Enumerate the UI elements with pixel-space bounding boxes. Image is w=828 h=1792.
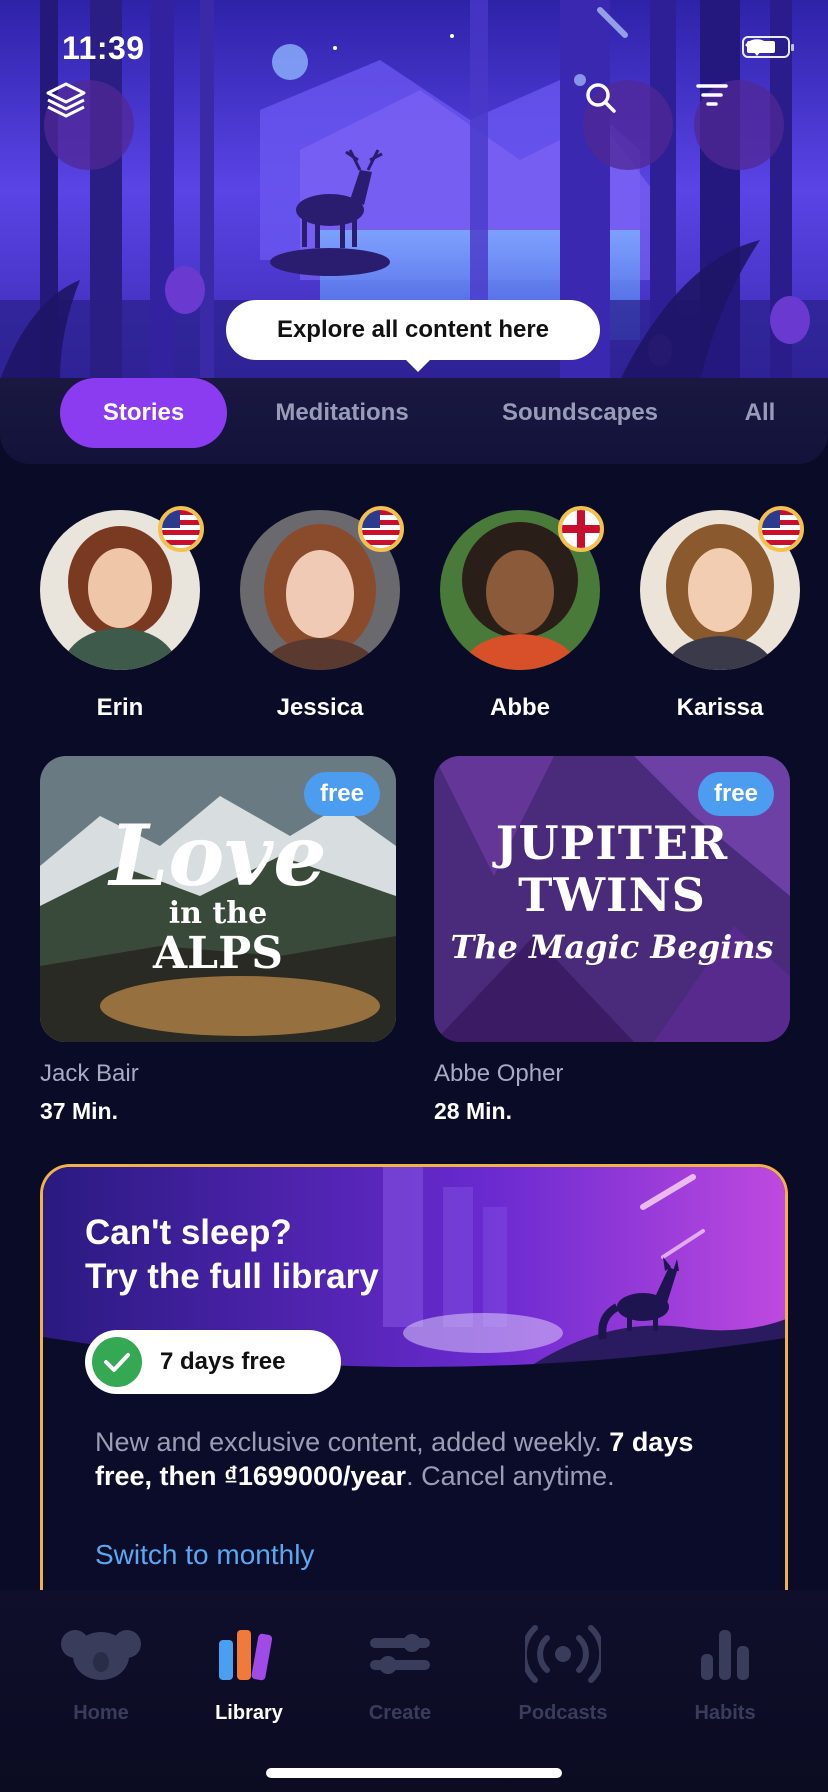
narrator-name: Erin xyxy=(96,694,144,721)
promo-title-line1: Can't sleep? xyxy=(85,1213,292,1252)
switch-to-monthly-link[interactable]: Switch to monthly xyxy=(95,1539,314,1571)
narrator-karissa[interactable]: Karissa xyxy=(640,506,804,722)
cover-title-line2: in the xyxy=(168,896,268,931)
nav-create[interactable]: Create xyxy=(325,1622,475,1725)
story-card-love-in-the-alps[interactable]: Love in the ALPS free Jack Bair 37 Min. xyxy=(40,756,396,1125)
nav-habits[interactable]: Habits xyxy=(650,1622,800,1725)
books-icon xyxy=(219,1630,273,1681)
nav-podcasts[interactable]: Podcasts xyxy=(488,1622,638,1725)
tab-stories[interactable]: Stories xyxy=(60,378,227,448)
trial-pill[interactable]: 7 days free xyxy=(85,1330,341,1394)
us-flag-icon xyxy=(758,506,804,552)
story-duration: 37 Min. xyxy=(40,1098,118,1124)
hero-banner: 11:39 Explore all content here xyxy=(0,0,828,380)
narrator-name: Jessica xyxy=(276,694,364,721)
promo-desc-cancel: . Cancel anytime. xyxy=(406,1461,615,1491)
sliders-icon xyxy=(370,1634,430,1674)
explore-tooltip[interactable]: Explore all content here xyxy=(226,300,600,372)
status-icons xyxy=(742,36,794,58)
free-badge: free xyxy=(303,772,380,816)
bottom-navigation: Home Library Create Podcasts Habits xyxy=(0,1590,828,1792)
search-icon xyxy=(586,83,616,113)
nav-label: Home xyxy=(73,1702,129,1724)
bar-chart-icon xyxy=(701,1630,749,1680)
koala-icon xyxy=(61,1630,141,1680)
cover-title-line1: Love xyxy=(109,806,327,905)
cover-title-line2: TWINS xyxy=(518,868,706,922)
story-card-jupiter-twins[interactable]: JUPITER TWINS The Magic Begins free Abbe… xyxy=(434,756,790,1125)
filter-button[interactable] xyxy=(694,80,784,170)
nav-label: Podcasts xyxy=(518,1702,608,1724)
nav-label: Create xyxy=(368,1702,432,1724)
us-flag-icon xyxy=(358,506,404,552)
england-flag-icon xyxy=(558,506,604,552)
trial-label: 7 days free xyxy=(160,1348,286,1375)
promo-title-line2: Try the full library xyxy=(85,1257,379,1296)
narrator-jessica[interactable]: Jessica xyxy=(240,506,404,722)
layers-icon xyxy=(46,82,86,118)
promo-description: New and exclusive content, added weekly.… xyxy=(95,1425,755,1493)
tab-meditations[interactable]: Meditations xyxy=(250,378,434,448)
nav-label: Habits xyxy=(694,1702,756,1724)
narrator-name: Abbe xyxy=(490,694,550,721)
layers-button[interactable] xyxy=(44,80,134,170)
story-author: Jack Bair xyxy=(40,1060,139,1087)
check-icon xyxy=(92,1337,142,1387)
narrator-abbe[interactable]: Abbe xyxy=(440,506,604,722)
home-indicator xyxy=(266,1768,562,1778)
cover-title-line3: The Magic Begins xyxy=(450,928,774,966)
story-cover[interactable]: JUPITER TWINS The Magic Begins free xyxy=(434,756,790,1042)
free-badge: free xyxy=(697,772,774,816)
tab-all[interactable]: All xyxy=(730,378,790,448)
cover-title-line1: JUPITER xyxy=(495,816,729,870)
nav-label: Library xyxy=(215,1702,283,1724)
nav-home[interactable]: Home xyxy=(26,1622,176,1725)
nav-library[interactable]: Library xyxy=(174,1622,324,1725)
narrator-name: Karissa xyxy=(676,694,764,721)
story-duration: 28 Min. xyxy=(434,1098,512,1124)
story-author: Abbe Opher xyxy=(434,1060,564,1087)
story-cover[interactable]: Love in the ALPS free xyxy=(40,756,396,1042)
podcast-icon xyxy=(525,1625,601,1683)
tab-soundscapes[interactable]: Soundscapes xyxy=(480,378,680,448)
narrator-erin[interactable]: Erin xyxy=(40,506,204,722)
search-button[interactable] xyxy=(583,80,673,170)
promo-title: Can't sleep? Try the full library xyxy=(85,1211,379,1299)
filter-icon xyxy=(696,84,728,106)
content-type-tabs: Stories Meditations Soundscapes All xyxy=(0,378,828,464)
promo-desc-text: New and exclusive content, added weekly. xyxy=(95,1427,610,1457)
cover-title-line3: ALPS xyxy=(153,928,283,979)
battery-icon xyxy=(742,36,794,58)
us-flag-icon xyxy=(158,506,204,552)
status-time: 11:39 xyxy=(62,30,145,66)
free-trial-promo[interactable]: Can't sleep? Try the full library 7 days… xyxy=(40,1164,788,1604)
